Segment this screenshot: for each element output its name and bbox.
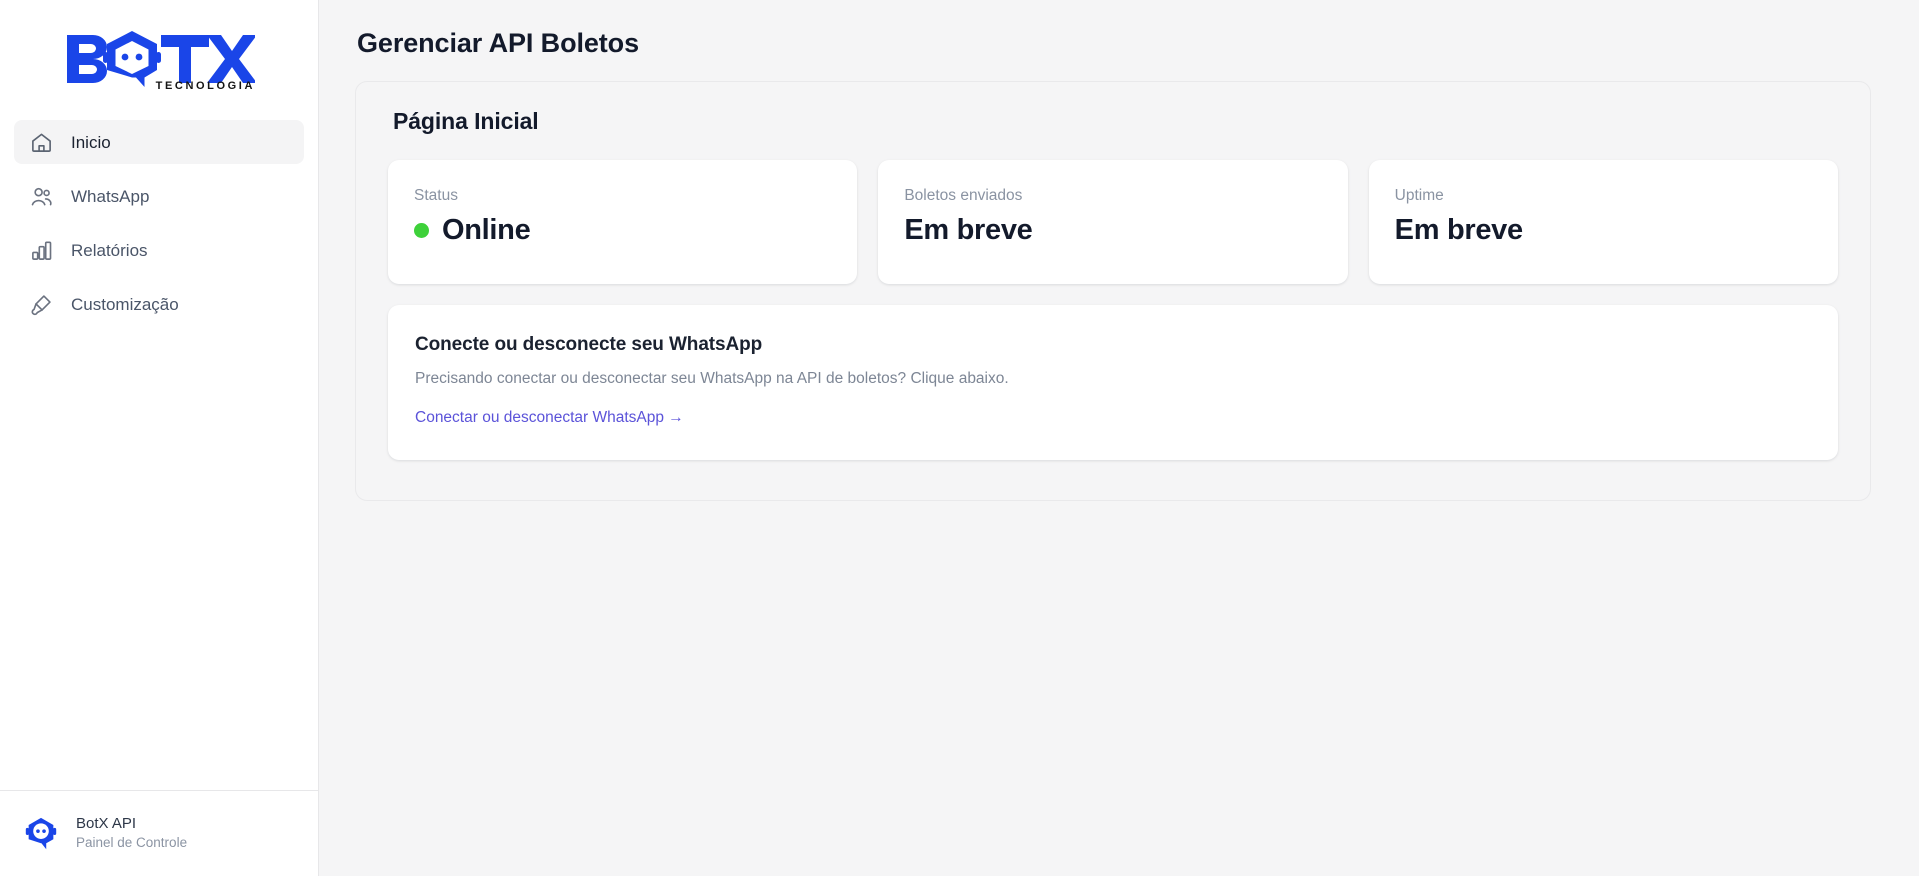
app-root: TECNOLOGIA Inicio WhatsApp Relatórios Cu…	[0, 0, 1919, 876]
sidebar-item-inicio[interactable]: Inicio	[14, 120, 304, 164]
stat-card-value-wrap: Online	[414, 214, 831, 247]
sidebar-footer-subtitle: Painel de Controle	[76, 834, 188, 850]
stat-card-value: Em breve	[904, 214, 1033, 246]
stat-card-value-wrap: Em breve	[904, 214, 1321, 247]
whatsapp-card-title: Conecte ou desconecte seu WhatsApp	[415, 334, 763, 355]
stat-card-label: Status	[414, 187, 458, 204]
sidebar-nav: Inicio WhatsApp Relatórios Customização	[0, 120, 318, 326]
paint-brush-icon	[29, 292, 54, 317]
stat-card-boletos-enviados: Boletos enviados Em breve	[878, 160, 1348, 284]
stat-card-value: Online	[442, 214, 531, 246]
panel-title: Página Inicial	[393, 108, 539, 134]
botx-logo-icon: TECNOLOGIA	[67, 31, 255, 91]
stat-card-label: Uptime	[1394, 187, 1444, 204]
stat-card-value: Em breve	[1394, 214, 1523, 246]
main-content: Gerenciar API Boletos Página Inicial Sta…	[319, 0, 1919, 876]
home-icon	[29, 130, 54, 155]
sidebar-item-label: Relatórios	[71, 240, 148, 260]
sidebar-item-label: Customização	[71, 294, 179, 314]
sidebar-item-customizacao[interactable]: Customização	[14, 282, 304, 326]
users-icon	[29, 184, 54, 209]
bar-chart-icon	[29, 238, 54, 263]
whatsapp-card-description: Precisando conectar ou desconectar seu W…	[415, 370, 1009, 387]
whatsapp-connect-card: Conecte ou desconecte seu WhatsApp Preci…	[388, 305, 1838, 460]
status-dot-icon	[414, 223, 429, 238]
stat-card-label: Boletos enviados	[904, 187, 1023, 204]
sidebar-footer-title: BotX API	[76, 815, 137, 833]
page-title: Gerenciar API Boletos	[357, 28, 639, 58]
sidebar-item-label: WhatsApp	[71, 186, 150, 206]
home-panel: Página Inicial Status Online Boletos env…	[355, 81, 1871, 501]
svg-text:TECNOLOGIA: TECNOLOGIA	[156, 80, 255, 91]
botx-hexagon-icon	[22, 815, 60, 853]
sidebar-footer-text: BotX API Painel de Controle	[76, 816, 187, 850]
stat-card-value-wrap: Em breve	[1395, 214, 1812, 247]
brand-logo: TECNOLOGIA	[0, 0, 318, 112]
sidebar-item-label: Inicio	[71, 132, 111, 152]
connect-whatsapp-link[interactable]: Conectar ou desconectar WhatsApp →	[415, 409, 684, 427]
sidebar-footer[interactable]: BotX API Painel de Controle	[0, 790, 318, 876]
sidebar-item-relatorios[interactable]: Relatórios	[14, 228, 304, 272]
sidebar: TECNOLOGIA Inicio WhatsApp Relatórios Cu…	[0, 0, 319, 876]
stat-card-uptime: Uptime Em breve	[1368, 160, 1838, 284]
stat-cards-row: Status Online Boletos enviados Em breve …	[388, 160, 1838, 284]
sidebar-item-whatsapp[interactable]: WhatsApp	[14, 174, 304, 218]
stat-card-status: Status Online	[388, 160, 858, 284]
